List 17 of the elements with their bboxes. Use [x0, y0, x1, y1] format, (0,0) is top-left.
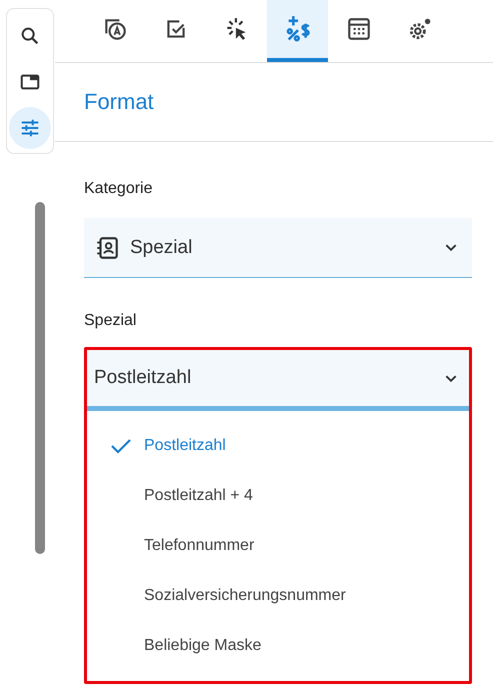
chevron-down-icon — [445, 374, 457, 382]
dropdown-option[interactable]: Beliebige Maske — [84, 621, 472, 671]
dropdown-option[interactable]: Postleitzahl + 4 — [84, 471, 472, 521]
dropdown-option[interactable]: Sozialversicherungsnummer — [84, 571, 472, 621]
section-title: Format — [84, 89, 154, 115]
number-format-icon — [284, 15, 312, 43]
sliders-icon — [19, 117, 41, 139]
dropdown-option[interactable]: Postleitzahl — [84, 421, 472, 471]
format-dropdown[interactable]: Postleitzahl — [84, 350, 472, 411]
chevron-down-icon — [445, 244, 457, 251]
scrollbar[interactable] — [35, 202, 45, 554]
field-label: Kategorie — [84, 180, 154, 199]
field-label: Spezial — [84, 312, 138, 331]
calculator-icon — [346, 16, 372, 42]
category-dropdown[interactable]: Spezial — [84, 218, 472, 278]
search-icon — [19, 25, 41, 47]
dropdown-option[interactable]: Telefonnummer — [84, 521, 472, 571]
